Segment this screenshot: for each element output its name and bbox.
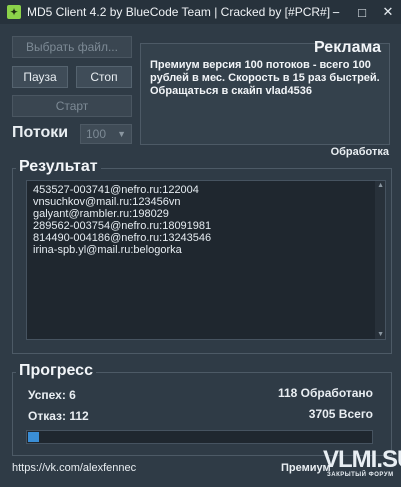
progress-title: Прогресс xyxy=(16,362,96,380)
select-file-button[interactable]: Выбрать файл... xyxy=(12,36,132,58)
result-scrollbar[interactable]: ▲ ▼ xyxy=(375,181,385,339)
result-line: 289562-003754@nefro.ru:18091981 xyxy=(33,220,212,232)
title-bar: ✦ MD5 Client 4.2 by BlueCode Team | Crac… xyxy=(0,0,401,24)
window-controls: − □ ✕ xyxy=(323,0,401,24)
result-lines: 453527-003741@nefro.ru:122004 vnsuchkov@… xyxy=(33,184,211,256)
processing-label: Обработка xyxy=(330,146,389,158)
ad-title: Реклама xyxy=(314,39,381,56)
stop-button[interactable]: Стоп xyxy=(76,66,132,88)
maximize-icon[interactable]: □ xyxy=(349,0,375,24)
window-title: MD5 Client 4.2 by BlueCode Team | Cracke… xyxy=(27,5,331,19)
result-line: 814490-004186@nefro.ru:13243546 xyxy=(33,232,212,244)
scroll-down-icon[interactable]: ▼ xyxy=(377,331,384,338)
watermark-main: VLMI.SU xyxy=(323,446,401,473)
pause-button[interactable]: Пауза xyxy=(12,66,68,88)
minimize-icon[interactable]: − xyxy=(323,0,349,24)
fail-count: Отказ: 112 xyxy=(28,409,89,423)
watermark-logo: VLMI.SU ЗАКРЫТЫЙ ФОРУМ xyxy=(323,446,401,480)
result-line: irina-spb.yl@mail.ru:belogorka xyxy=(33,244,182,256)
progress-bar xyxy=(26,430,373,444)
threads-select[interactable]: 100 ▼ xyxy=(80,124,132,144)
result-line: 453527-003741@nefro.ru:122004 xyxy=(33,184,199,196)
total-count: 3705 Всего xyxy=(308,407,373,421)
app-logo-icon: ✦ xyxy=(7,5,21,19)
success-count: Успех: 6 xyxy=(28,388,76,402)
start-button[interactable]: Старт xyxy=(12,95,132,117)
result-title: Результат xyxy=(16,158,101,176)
ad-text: Премиум версия 100 потоков - всего 100 р… xyxy=(150,59,380,97)
processed-count: 118 Обработано xyxy=(277,386,373,400)
ad-panel: Реклама Премиум версия 100 потоков - все… xyxy=(140,39,390,145)
scroll-up-icon[interactable]: ▲ xyxy=(377,182,384,189)
result-line: vnsuchkov@mail.ru:123456vn xyxy=(33,196,181,208)
result-textbox[interactable]: 453527-003741@nefro.ru:122004 vnsuchkov@… xyxy=(26,180,386,340)
threads-value: 100 xyxy=(86,127,107,141)
vk-link[interactable]: https://vk.com/alexfennec xyxy=(12,462,136,474)
close-icon[interactable]: ✕ xyxy=(375,0,401,24)
threads-label: Потоки xyxy=(12,124,69,141)
result-line: galyant@rambler.ru:198029 xyxy=(33,208,169,220)
watermark-sub: ЗАКРЫТЫЙ ФОРУМ xyxy=(327,472,394,478)
chevron-down-icon: ▼ xyxy=(117,129,126,139)
progress-fill xyxy=(28,432,39,442)
